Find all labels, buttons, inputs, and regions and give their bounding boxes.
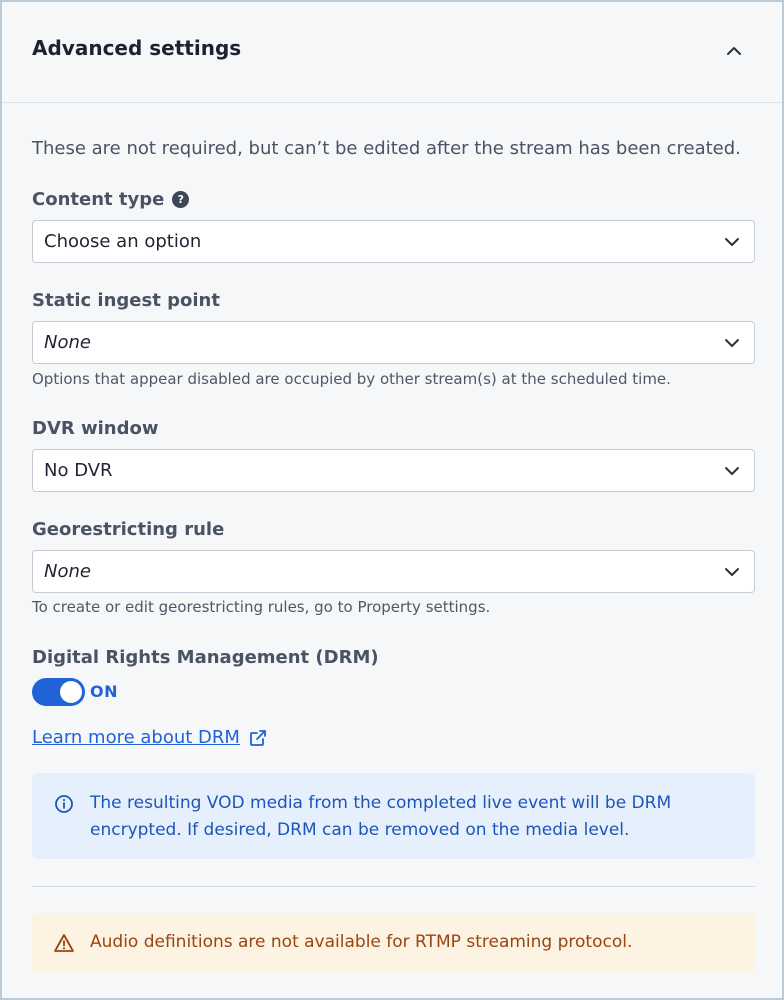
dvr-value: No DVR <box>44 460 113 481</box>
content-type-value: Choose an option <box>44 231 202 252</box>
warning-icon <box>54 934 74 952</box>
warning-message: Audio definitions are not available for … <box>90 932 633 952</box>
panel-title: Advanced settings <box>32 36 242 60</box>
info-message: The resulting VOD media from the complet… <box>90 793 672 840</box>
chevron-down-icon <box>725 467 739 475</box>
georestricting-select[interactable]: None <box>32 550 755 593</box>
georestricting-value: None <box>44 561 91 582</box>
advanced-settings-panel: Advanced settings These are not required… <box>0 0 784 1000</box>
learn-more-drm-text: Learn more about DRM <box>32 727 240 748</box>
content-type-select[interactable]: Choose an option <box>32 220 755 263</box>
dvr-label: DVR window <box>32 418 159 439</box>
dvr-label-text: DVR window <box>32 418 159 439</box>
learn-more-drm-link[interactable]: Learn more about DRM <box>32 727 267 748</box>
chevron-down-icon <box>725 568 739 576</box>
chevron-down-icon <box>725 339 739 347</box>
drm-toggle[interactable] <box>32 678 85 706</box>
drm-info-box: The resulting VOD media from the complet… <box>32 773 755 859</box>
toggle-knob <box>60 681 82 703</box>
info-icon <box>55 795 73 813</box>
static-ingest-label: Static ingest point <box>32 290 220 311</box>
drm-toggle-state: ON <box>90 682 118 701</box>
external-link-icon <box>250 729 266 746</box>
chevron-down-icon <box>725 238 739 246</box>
drm-label: Digital Rights Management (DRM) <box>32 647 379 668</box>
divider <box>32 886 755 887</box>
content-type-label: Content type ? <box>32 189 190 210</box>
georestricting-label: Georestricting rule <box>32 519 224 540</box>
static-ingest-select[interactable]: None <box>32 321 755 364</box>
georestricting-label-text: Georestricting rule <box>32 519 225 540</box>
intro-text: These are not required, but can’t be edi… <box>32 138 741 159</box>
static-ingest-label-text: Static ingest point <box>32 290 220 311</box>
warning-box: Audio definitions are not available for … <box>32 913 755 973</box>
georestricting-hint: To create or edit georestricting rules, … <box>32 598 491 616</box>
panel-header[interactable]: Advanced settings <box>2 2 782 103</box>
dvr-select[interactable]: No DVR <box>32 449 755 492</box>
static-ingest-value: None <box>44 332 91 353</box>
chevron-up-icon <box>727 47 741 55</box>
content-type-label-text: Content type <box>32 189 165 210</box>
collapse-button[interactable] <box>721 38 747 64</box>
help-icon[interactable]: ? <box>172 191 190 208</box>
drm-label-text: Digital Rights Management (DRM) <box>32 647 379 668</box>
static-ingest-hint: Options that appear disabled are occupie… <box>32 370 671 388</box>
